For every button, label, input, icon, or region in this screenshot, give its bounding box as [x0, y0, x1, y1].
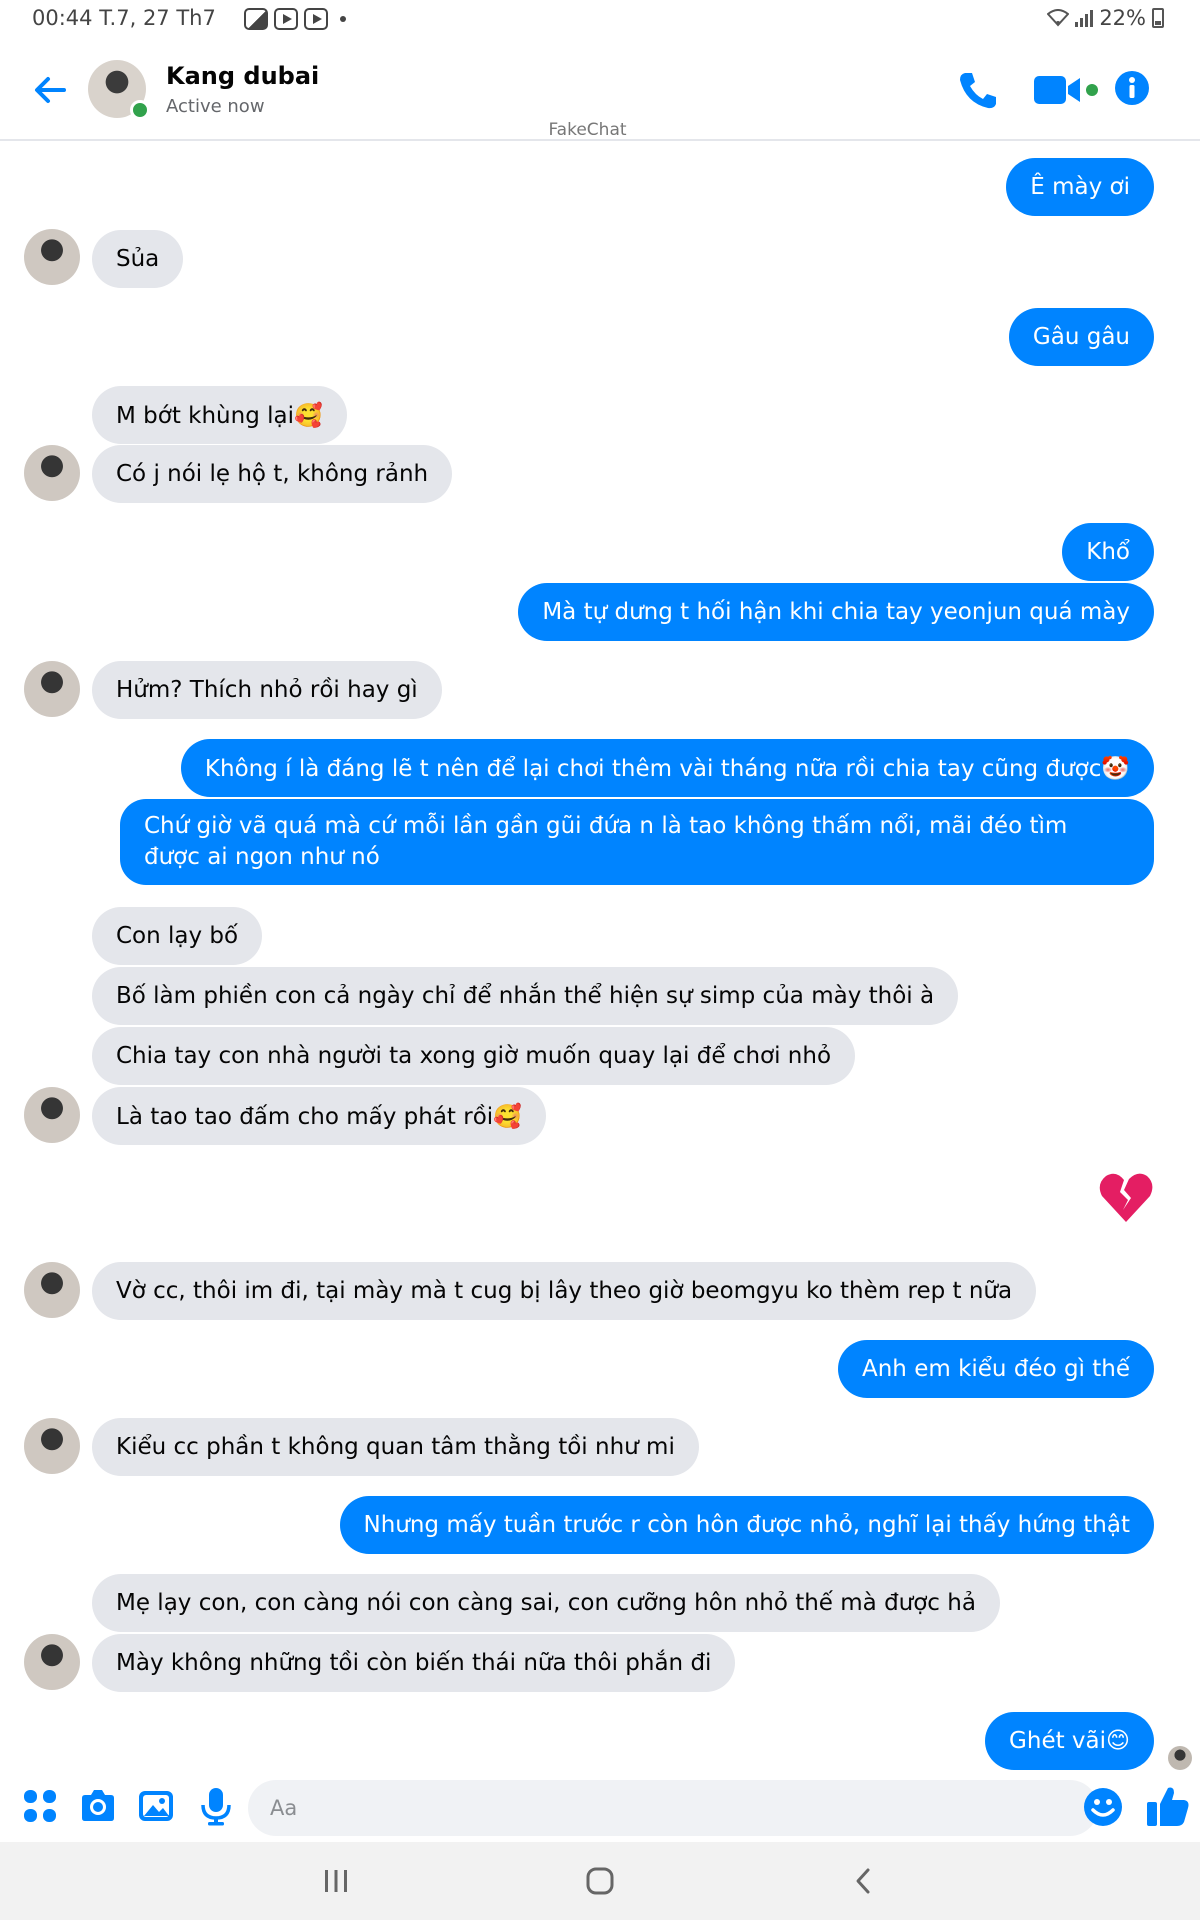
emoji-icon[interactable] — [1082, 1786, 1124, 1828]
gallery-icon[interactable] — [136, 1786, 176, 1826]
message-list: Ê mày ơi Sủa Gâu gâu M bớt khùng lại🥰 Có… — [0, 142, 1200, 1772]
system-navigation-bar — [0, 1842, 1200, 1920]
message-incoming[interactable]: Sủa — [92, 230, 184, 288]
battery-percent: 22% — [1099, 6, 1146, 30]
message-outgoing[interactable]: Anh em kiểu đéo gì thế — [838, 1340, 1154, 1398]
message-incoming[interactable]: M bớt khùng lại🥰 — [92, 386, 347, 444]
message-outgoing[interactable]: Nhưng mấy tuần trước r còn hôn được nhỏ,… — [339, 1496, 1154, 1554]
sender-avatar[interactable] — [24, 1418, 80, 1474]
system-status: 22% — [1047, 6, 1164, 30]
message-outgoing[interactable]: Khổ — [1062, 523, 1154, 581]
message-input[interactable] — [248, 1780, 1098, 1836]
message-incoming[interactable]: Kiểu cc phần t không quan tâm thằng tồi … — [92, 1418, 699, 1476]
signal-icon — [1075, 9, 1094, 27]
back-arrow-icon[interactable] — [30, 70, 70, 110]
message-outgoing[interactable]: Mà tự dưng t hối hận khi chia tay yeonju… — [518, 583, 1154, 641]
online-indicator — [130, 100, 150, 120]
contact-status: Active now — [166, 96, 265, 117]
message-incoming[interactable]: Bố làm phiền con cả ngày chỉ để nhắn thể… — [92, 967, 959, 1025]
gallery-notification-icon — [244, 8, 268, 30]
broken-heart-icon[interactable] — [1098, 1170, 1154, 1226]
message-incoming[interactable]: Con lạy bố — [92, 907, 263, 965]
status-bar: 00:44 T.7, 27 Th7 22% — [0, 0, 1200, 40]
video-call-icon[interactable] — [1032, 72, 1102, 108]
message-outgoing[interactable]: Ê mày ơi — [1006, 158, 1154, 216]
phone-call-icon[interactable] — [956, 68, 1000, 112]
sender-avatar[interactable] — [24, 1087, 80, 1143]
contact-name[interactable]: Kang dubai — [166, 62, 319, 90]
message-outgoing[interactable]: Ghét vãi😊 — [985, 1712, 1154, 1770]
sender-avatar[interactable] — [24, 661, 80, 717]
status-time: 00:44 T.7, 27 Th7 — [32, 6, 216, 30]
sender-avatar[interactable] — [24, 1262, 80, 1318]
watermark: FakeChat — [548, 120, 627, 140]
apps-icon[interactable] — [20, 1786, 60, 1826]
message-incoming[interactable]: Vờ cc, thôi im đi, tại mày mà t cug bị l… — [92, 1262, 1037, 1320]
message-incoming[interactable]: Mẹ lạy con, con càng nói con càng sai, c… — [92, 1574, 1000, 1632]
youtube-notification-icon — [274, 8, 298, 30]
message-incoming[interactable]: Mày không những tồi còn biến thái nữa th… — [92, 1634, 736, 1692]
sender-avatar[interactable] — [24, 445, 80, 501]
message-composer — [0, 1772, 1200, 1842]
contact-avatar[interactable] — [88, 60, 150, 120]
seen-indicator-avatar — [1168, 1746, 1192, 1770]
wifi-icon — [1047, 9, 1070, 27]
message-incoming[interactable]: Hửm? Thích nhỏ rồi hay gì — [92, 661, 442, 719]
info-icon[interactable] — [1114, 70, 1150, 106]
home-icon[interactable] — [580, 1864, 620, 1898]
recent-apps-icon[interactable] — [316, 1864, 356, 1898]
camera-icon[interactable] — [78, 1786, 118, 1826]
back-icon[interactable] — [844, 1864, 884, 1898]
message-incoming[interactable]: Chia tay con nhà người ta xong giờ muốn … — [92, 1027, 856, 1085]
thumbs-up-icon[interactable] — [1144, 1782, 1192, 1830]
notification-icons — [244, 8, 346, 30]
message-outgoing[interactable]: Không í là đáng lẽ t nên để lại chơi thê… — [180, 739, 1154, 797]
microphone-icon[interactable] — [196, 1786, 236, 1826]
message-outgoing[interactable]: Chứ giờ vã quá mà cứ mỗi lần gần gũi đứa… — [120, 799, 1154, 885]
message-incoming[interactable]: Có j nói lẹ hộ t, không rảnh — [92, 445, 453, 503]
more-notifications-icon — [340, 16, 346, 22]
battery-icon — [1152, 8, 1164, 28]
message-outgoing[interactable]: Gâu gâu — [1008, 308, 1154, 366]
youtube-notification-icon — [304, 8, 328, 30]
sender-avatar[interactable] — [24, 229, 80, 285]
sender-avatar[interactable] — [24, 1634, 80, 1690]
message-incoming[interactable]: Là tao tao đấm cho mấy phát rồi🥰 — [92, 1087, 546, 1145]
